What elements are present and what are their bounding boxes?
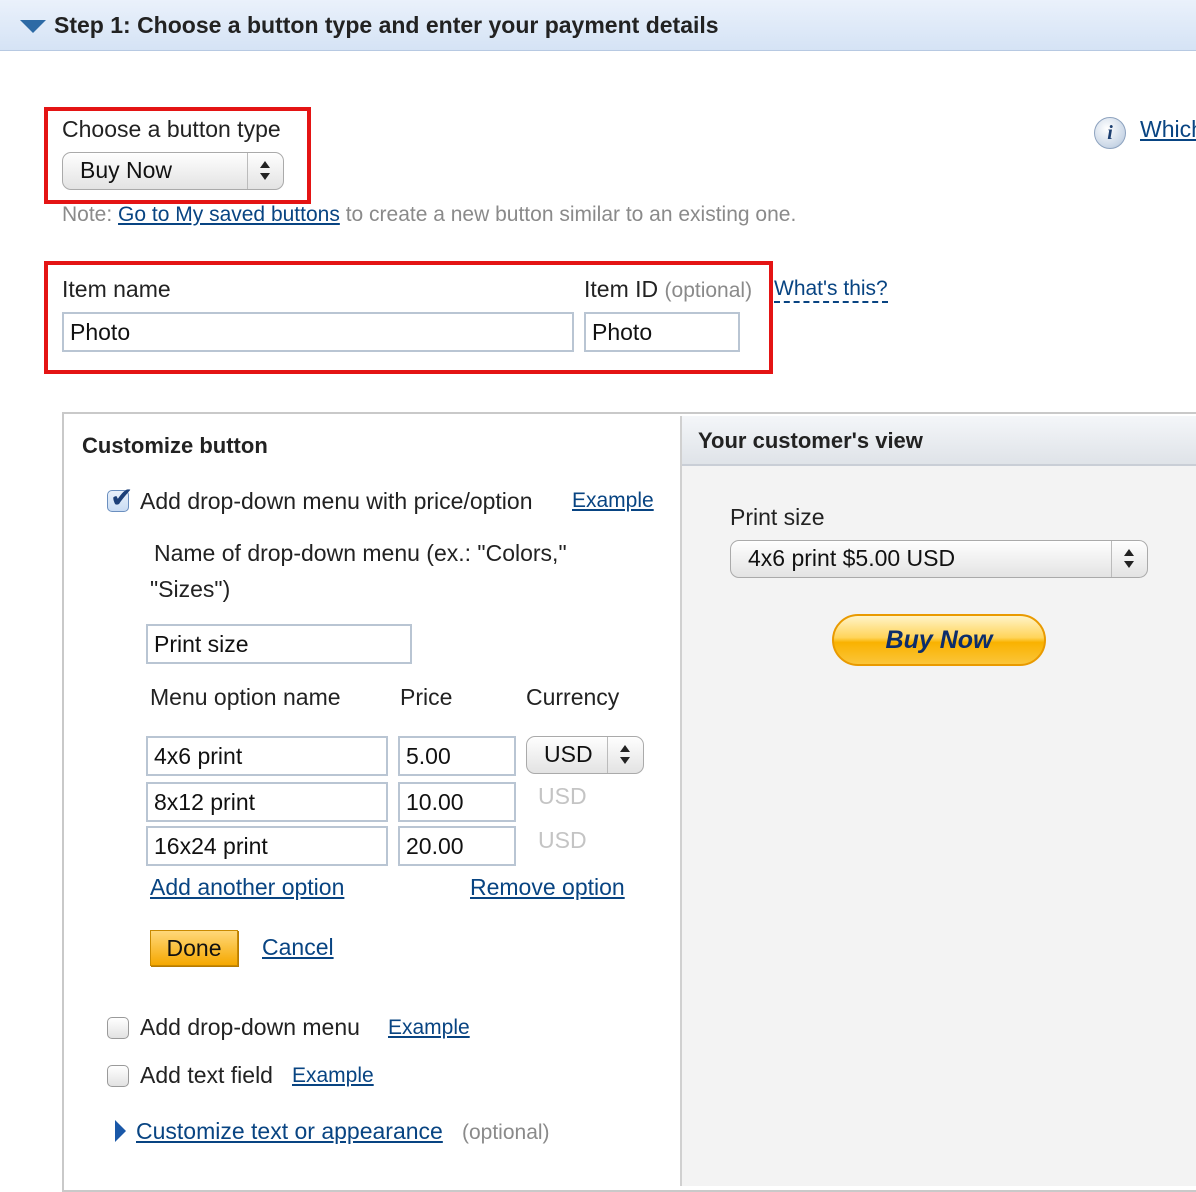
customize-title: Customize button [82,433,268,458]
option-currency-text: USD [538,827,587,853]
select-arrows-icon [1111,541,1147,577]
preview-field-label: Print size [730,504,825,530]
item-name-label: Item name [62,276,171,302]
item-id-input[interactable] [584,312,740,352]
remove-option-link[interactable]: Remove option [470,874,625,901]
collapse-triangle-icon[interactable] [20,20,46,33]
add-option-link[interactable]: Add another option [150,874,344,901]
item-id-optional: (optional) [664,279,753,302]
step-header[interactable]: Step 1: Choose a button type and enter y… [0,0,1196,51]
col-option-header: Menu option name [150,684,341,710]
dropdown-price-example-link[interactable]: Example [572,489,654,513]
text-field-label: Add text field [140,1062,273,1088]
menu-name-input[interactable] [146,624,412,664]
menu-name-label-line2: "Sizes") [150,576,231,602]
button-type-selected-value: Buy Now [80,157,173,183]
saved-buttons-note: Note: Go to My saved buttons to create a… [62,203,796,227]
whats-this-link[interactable]: What's this? [774,277,888,303]
text-field-example-link[interactable]: Example [292,1064,374,1088]
customer-view-panel [680,416,1196,1186]
step-title: Step 1: Choose a button type and enter y… [54,12,719,38]
dropdown-menu-label: Add drop-down menu [140,1014,360,1040]
done-button[interactable]: Done [150,930,238,966]
select-arrows-icon [607,737,643,773]
menu-name-label-line1: Name of drop-down menu (ex.: "Colors," [154,540,567,566]
dropdown-menu-example-link[interactable]: Example [388,1016,470,1040]
info-icon[interactable]: i [1094,117,1126,149]
col-price-header: Price [400,684,453,710]
which-button-help-link[interactable]: Which [1140,116,1196,143]
saved-buttons-link[interactable]: Go to My saved buttons [118,203,340,226]
col-currency-header: Currency [526,684,620,710]
dropdown-price-checkbox[interactable]: ✔ [107,482,133,513]
currency-select[interactable]: USD [526,736,644,774]
item-id-label-wrap: Item ID (optional) [584,276,752,303]
text-field-checkbox[interactable] [107,1065,129,1087]
option-name-input[interactable] [146,826,388,866]
preview-option-select[interactable]: 4x6 print $5.00 USD [730,540,1148,578]
option-price-input[interactable] [398,736,516,776]
customize-appearance-link[interactable]: Customize text or appearance [136,1118,443,1145]
note-suffix: to create a new button similar to an exi… [345,203,797,226]
item-id-label: Item ID [584,276,659,302]
option-price-input[interactable] [398,826,516,866]
expand-triangle-icon[interactable] [115,1120,126,1142]
dropdown-menu-checkbox[interactable] [107,1017,129,1039]
select-arrows-icon [247,153,283,189]
option-name-input[interactable] [146,782,388,822]
customer-view-title: Your customer's view [698,428,923,453]
cancel-link[interactable]: Cancel [262,934,334,961]
button-type-label: Choose a button type [62,116,281,142]
option-currency-text: USD [538,783,587,809]
button-type-select[interactable]: Buy Now [62,152,284,190]
note-prefix: Note: [62,203,113,226]
customize-appearance-optional: (optional) [462,1121,550,1144]
dropdown-price-label: Add drop-down menu with price/option [140,488,533,514]
option-price-input[interactable] [398,782,516,822]
customer-view-header: Your customer's view [682,416,1196,466]
preview-selected-option: 4x6 print $5.00 USD [748,545,956,571]
option-name-input[interactable] [146,736,388,776]
buy-now-button[interactable]: Buy Now [832,614,1046,666]
item-name-input[interactable] [62,312,574,352]
checkmark-icon: ✔ [110,482,134,513]
currency-selected-value: USD [544,741,593,767]
